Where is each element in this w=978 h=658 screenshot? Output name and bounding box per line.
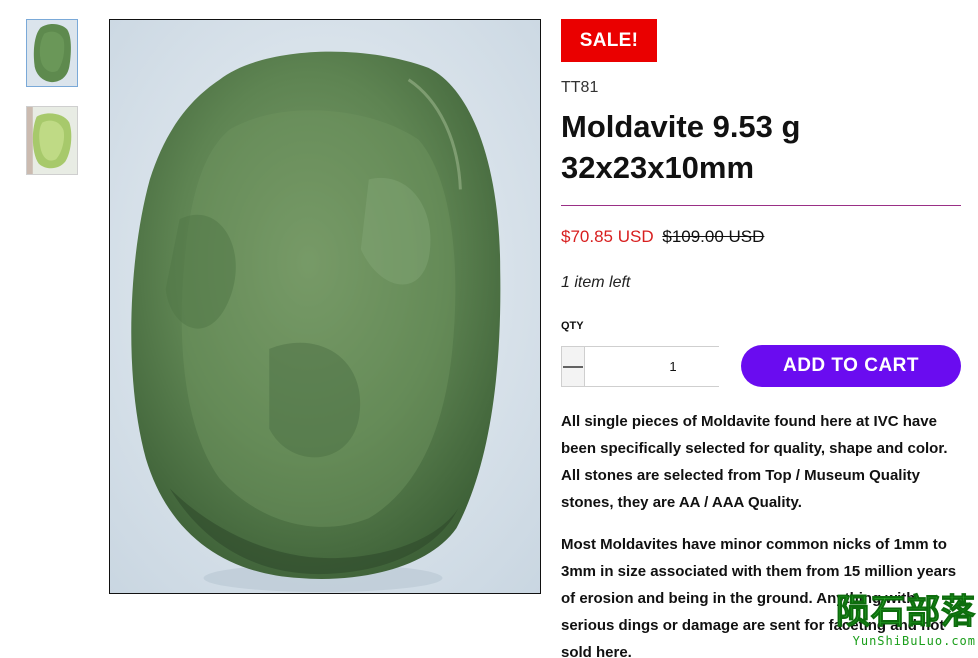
gallery-thumbnail-2[interactable] <box>26 106 78 175</box>
watermark-url: YunShiBuLuo.com <box>852 634 976 648</box>
moldavite-photo <box>110 20 540 593</box>
price-block: $70.85 USD $109.00 USD <box>561 227 764 247</box>
stock-status: 1 item left <box>561 274 631 291</box>
add-to-cart-button[interactable]: ADD TO CART <box>741 345 961 387</box>
watermark-logo-text: 陨石部落 <box>836 592 976 633</box>
quantity-stepper <box>561 346 784 387</box>
qty-input[interactable] <box>584 347 762 386</box>
minus-icon <box>563 365 583 368</box>
main-product-image[interactable] <box>109 19 541 594</box>
sale-badge: SALE! <box>561 19 657 62</box>
site-watermark: 陨石部落 YunShiBuLuo.com <box>786 592 976 654</box>
moldavite-thumbnail-image <box>27 107 77 174</box>
original-price: $109.00 USD <box>662 227 765 246</box>
qty-label: QTY <box>561 320 584 332</box>
gallery-thumbnail-1[interactable] <box>26 19 78 87</box>
moldavite-thumbnail-image <box>27 20 77 86</box>
qty-decrease-button[interactable] <box>562 347 584 386</box>
sale-price: $70.85 USD <box>561 227 654 246</box>
product-title: Moldavite 9.53 g 32x23x10mm <box>561 109 801 185</box>
title-divider <box>561 205 961 206</box>
description-paragraph-1: All single pieces of Moldavite found her… <box>561 413 948 511</box>
product-sku: TT81 <box>561 79 599 96</box>
